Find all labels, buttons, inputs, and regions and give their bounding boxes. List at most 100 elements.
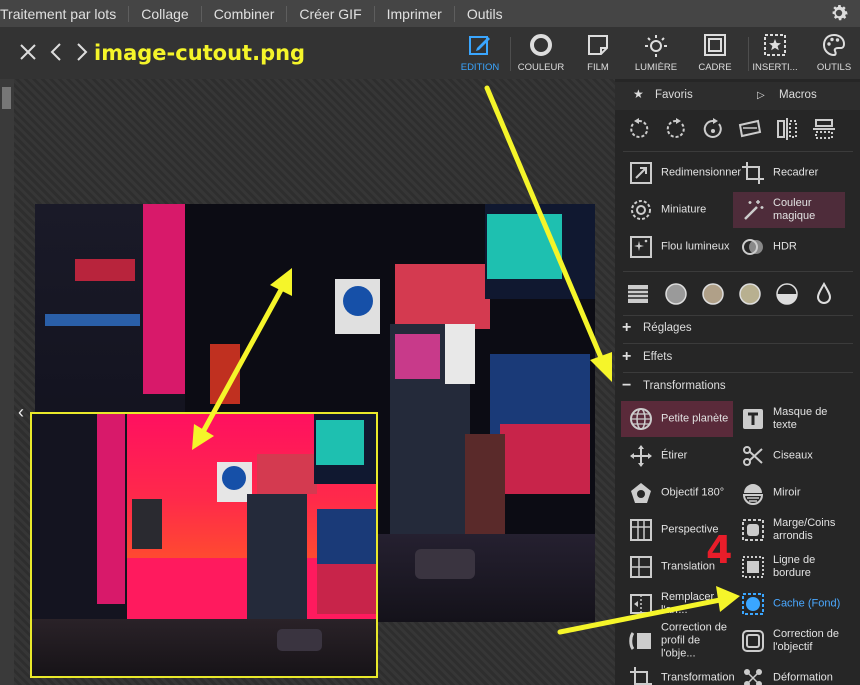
tool-hdr[interactable]: HDR: [733, 229, 845, 265]
background-mask-icon: [742, 593, 764, 615]
globe-icon: [630, 408, 652, 430]
top-menu-bar: Traitement par lots Collage Combiner Cré…: [0, 0, 860, 27]
lens-icon: [631, 483, 651, 503]
section-effets[interactable]: + Effets: [615, 344, 860, 372]
tool-scissors[interactable]: Ciseaux: [733, 438, 845, 474]
flip-horizontal-icon[interactable]: [774, 116, 800, 142]
mirror-icon: [742, 484, 764, 505]
section-transformations[interactable]: − Transformations: [615, 373, 860, 401]
tool-rounded-corners[interactable]: Marge/Coins arrondis: [733, 512, 845, 548]
list-icon[interactable]: [626, 282, 650, 306]
text-icon: [743, 409, 763, 429]
menu-collage[interactable]: Collage: [129, 5, 202, 22]
hdr-icon: [742, 239, 763, 255]
favorites-tab[interactable]: Favoris: [655, 89, 693, 101]
right-panel: ★ Favoris ▷ Macros Redimensionner Recadr…: [615, 79, 860, 685]
tool-glow[interactable]: Flou lumineux: [621, 229, 733, 265]
canvas-collapse-arrow[interactable]: ‹: [18, 402, 24, 423]
transform-icon: [630, 667, 652, 685]
insert-icon: [764, 34, 786, 56]
menu-create-gif[interactable]: Créer GIF: [287, 5, 375, 22]
thumbnail-icon: [631, 200, 651, 220]
step-number-label: 4: [706, 528, 733, 572]
palette-icon: [822, 33, 846, 57]
film-icon: [588, 35, 608, 55]
tool-thumbnail[interactable]: Miniature: [621, 192, 733, 228]
crop-icon: [742, 162, 764, 184]
menu-batch[interactable]: Traitement par lots: [0, 5, 130, 22]
auto-rotate-icon[interactable]: [700, 116, 726, 142]
resize-icon: [630, 162, 652, 184]
sun-icon: [645, 35, 667, 57]
menu-print[interactable]: Imprimer: [375, 5, 455, 22]
section-reglages[interactable]: + Réglages: [615, 315, 860, 343]
close-icon[interactable]: [17, 41, 39, 63]
tool-lens-profile[interactable]: Correction de profil de l'obje...: [621, 622, 733, 660]
perspective-grid-icon: [630, 519, 652, 541]
tool-film[interactable]: FILM: [569, 32, 627, 76]
plus-icon: +: [622, 319, 632, 336]
tool-little-planet[interactable]: Petite planète: [621, 401, 733, 437]
filter-presets-row: [615, 278, 860, 312]
tool-fisheye[interactable]: Objectif 180°: [621, 475, 733, 511]
replace-icon: [630, 594, 652, 614]
rotate-right-icon[interactable]: [663, 116, 689, 142]
tool-stretch[interactable]: Étirer: [621, 438, 733, 474]
photo-result: [30, 412, 378, 678]
tool-resize[interactable]: Redimensionner: [621, 155, 741, 191]
tool-crop[interactable]: Recadrer: [733, 155, 845, 191]
circle-icon: [530, 34, 552, 56]
star-icon: ★: [633, 87, 644, 101]
scissors-icon: [743, 446, 763, 466]
edit-icon: [469, 36, 490, 55]
tool-mirror[interactable]: Miroir: [733, 475, 845, 511]
straighten-icon[interactable]: [737, 116, 763, 142]
plus-icon: +: [622, 348, 632, 365]
preset-gray-icon[interactable]: [664, 282, 688, 306]
tool-text-mask[interactable]: Masque de texte: [733, 401, 845, 437]
tool-insertion[interactable]: INSERTI...: [746, 32, 804, 76]
rotate-left-icon[interactable]: [626, 116, 652, 142]
tool-deformation[interactable]: Déformation: [733, 660, 845, 685]
file-name: image-cutout.png: [94, 41, 306, 65]
menu-combine[interactable]: Combiner: [202, 5, 288, 22]
preset-half-icon[interactable]: [775, 282, 799, 306]
tool-border-line[interactable]: Ligne de bordure: [733, 549, 845, 585]
translation-icon: [630, 556, 652, 578]
lens-correction-icon: [742, 630, 764, 652]
chevron-left-icon[interactable]: [46, 41, 68, 63]
tool-cadre[interactable]: CADRE: [686, 32, 744, 76]
minus-icon: −: [622, 377, 632, 394]
scrollbar-thumb[interactable]: [2, 87, 11, 109]
macros-tab[interactable]: Macros: [779, 89, 817, 101]
tool-couleur[interactable]: COULEUR: [512, 32, 570, 76]
tool-edition[interactable]: EDITION: [451, 32, 509, 76]
tool-outils[interactable]: OUTILS: [805, 32, 860, 76]
border-icon: [742, 556, 764, 578]
tool-lumiere[interactable]: LUMIÈRE: [627, 32, 685, 76]
tool-magic-color[interactable]: Couleur magique: [733, 192, 845, 228]
gear-icon[interactable]: [828, 2, 850, 24]
frame-icon: [704, 34, 726, 56]
favorites-macros-row: ★ Favoris ▷ Macros: [615, 82, 860, 110]
play-icon: ▷: [757, 90, 765, 101]
tool-lens-correction[interactable]: Correction de l'objectif: [733, 623, 845, 659]
flip-vertical-icon[interactable]: [811, 116, 837, 142]
preset-sepia-icon[interactable]: [701, 282, 725, 306]
lens-profile-icon: [629, 632, 651, 650]
chevron-right-icon[interactable]: [70, 41, 92, 63]
deformation-icon: [744, 669, 762, 685]
move-arrows-icon: [630, 445, 652, 467]
left-scroll-strip: [0, 79, 14, 685]
tool-replace-background[interactable]: Remplacer l'arr...: [621, 586, 733, 622]
main-toolbar: image-cutout.png EDITION COULEUR FILM LU…: [0, 27, 860, 79]
rotate-row: [615, 110, 860, 148]
drop-icon[interactable]: [812, 282, 836, 306]
magic-wand-icon: [744, 200, 764, 220]
tool-cache-background[interactable]: Cache (Fond): [733, 586, 845, 622]
tool-transformation[interactable]: Transformation: [621, 660, 735, 685]
menu-tools[interactable]: Outils: [455, 6, 515, 22]
glow-icon: [630, 236, 652, 258]
preset-warm-icon[interactable]: [738, 282, 762, 306]
rounded-frame-icon: [742, 519, 764, 541]
